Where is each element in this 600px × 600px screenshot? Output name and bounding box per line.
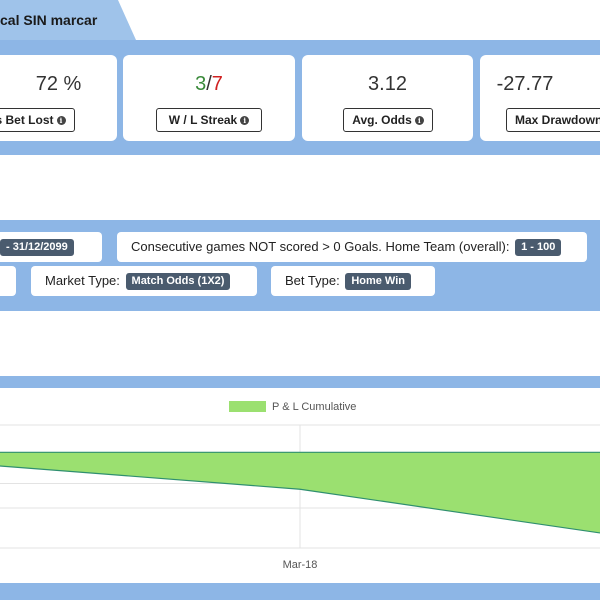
legend-swatch: [229, 401, 266, 412]
consecutive-filter-label: Consecutive games NOT scored > 0 Goals. …: [131, 239, 510, 254]
chart-panel-bottom-border: [0, 583, 600, 600]
market-type-label: Market Type:: [45, 273, 120, 288]
stat-card-streak: 3/7 W / L Streak i: [123, 55, 295, 141]
stat-label-button[interactable]: Max Drawdown: [506, 108, 600, 132]
x-tick-label: Mar-18: [283, 559, 318, 571]
bet-type-chip: Home Win: [345, 273, 411, 290]
market-type-chip: Match Odds (1X2): [125, 273, 231, 290]
stat-label-button[interactable]: s Bet Lost i: [0, 108, 75, 132]
stat-value: 3/7: [195, 73, 223, 95]
pnl-chart: Mar-18 P & L Cumulative: [0, 388, 600, 583]
consecutive-filter[interactable]: Consecutive games NOT scored > 0 Goals. …: [117, 232, 587, 262]
chart-panel-top-border: [0, 376, 600, 388]
stat-value: 3.12: [368, 73, 407, 95]
info-icon[interactable]: i: [56, 116, 66, 125]
stat-card-avg-odds: 3.12 Avg. Odds i: [302, 55, 473, 141]
stat-label-button[interactable]: W / L Streak i: [156, 108, 262, 132]
legend-label: P & L Cumulative: [272, 401, 356, 413]
pnl-chart-svg: Mar-18 P & L Cumulative: [0, 401, 600, 571]
market-type-filter[interactable]: Market Type: Match Odds (1X2): [31, 266, 257, 296]
stat-value: 72 %: [35, 73, 82, 95]
stat-label-button[interactable]: Avg. Odds i: [343, 108, 433, 132]
stat-card-bets-lost: 72 % s Bet Lost i: [0, 55, 117, 141]
date-range-filter[interactable]: - 31/12/2099: [0, 232, 102, 262]
strategy-tab[interactable]: cal SIN marcar: [0, 0, 136, 40]
strategy-tab-title: cal SIN marcar: [0, 12, 98, 28]
stat-card-drawdown: -27.77 Max Drawdown: [480, 55, 600, 141]
hidden-filter-pill[interactable]: [0, 266, 16, 296]
bet-type-label: Bet Type:: [285, 273, 340, 288]
date-range-chip: - 31/12/2099: [0, 239, 74, 256]
consecutive-filter-chip: 1 - 100: [515, 239, 562, 256]
bet-type-filter[interactable]: Bet Type: Home Win: [271, 266, 435, 296]
info-icon[interactable]: i: [414, 116, 424, 125]
info-icon[interactable]: i: [240, 116, 250, 125]
stat-value: -27.77: [496, 73, 554, 95]
